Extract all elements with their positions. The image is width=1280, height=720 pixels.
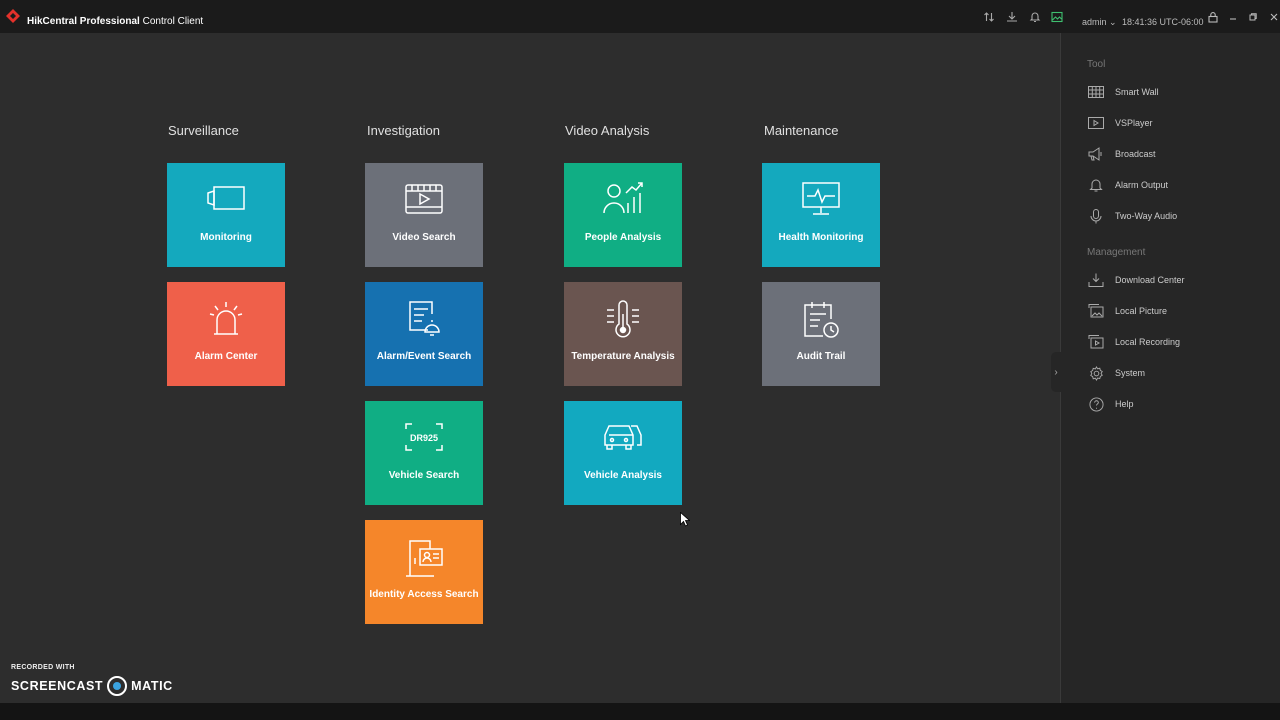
lock-icon[interactable] (1206, 10, 1220, 24)
tile-label: Health Monitoring (778, 232, 864, 243)
health-monitoring-tile[interactable]: Health Monitoring (762, 163, 880, 267)
group-title-maintenance: Maintenance (764, 123, 839, 138)
audit-trail-tile[interactable]: Audit Trail (762, 282, 880, 386)
smart-wall-icon (1087, 84, 1105, 100)
download-icon[interactable] (1005, 10, 1019, 24)
app-title: HikCentral Professional Control Client (27, 16, 203, 27)
microphone-icon (1087, 208, 1105, 224)
camera-icon (207, 186, 245, 210)
restore-icon[interactable] (1246, 10, 1260, 24)
item-label: Help (1115, 399, 1134, 409)
chevron-right-icon: › (1054, 366, 1058, 378)
tile-label: Monitoring (200, 232, 252, 243)
item-label: Alarm Output (1115, 180, 1169, 190)
local-picture-item[interactable]: Local Picture (1087, 302, 1167, 320)
people-analysis-tile[interactable]: People Analysis (564, 163, 682, 267)
watermark-recorded-with: RECORDED WITH (11, 664, 75, 671)
main-area: Surveillance Investigation Video Analysi… (0, 33, 1060, 703)
group-title-investigation: Investigation (367, 123, 440, 138)
recording-icon (1087, 334, 1105, 350)
broadcast-icon (1087, 146, 1105, 162)
tile-label: Video Search (392, 232, 456, 243)
user-name: admin (1082, 17, 1107, 27)
sort-icon[interactable] (982, 10, 996, 24)
audit-clipboard-clock-icon (804, 302, 839, 338)
tile-label: Alarm Center (194, 351, 258, 362)
plate-text: DR925 (410, 433, 438, 443)
smart-wall-item[interactable]: Smart Wall (1087, 83, 1159, 101)
alarm-output-item[interactable]: Alarm Output (1087, 176, 1168, 194)
siren-icon (209, 302, 243, 335)
item-label: Local Recording (1115, 337, 1181, 347)
watermark-brand-right: MATIC (131, 679, 173, 693)
watermark-dot-icon (107, 676, 128, 696)
clock-readout: 18:41:36 UTC-06:00 (1122, 17, 1204, 27)
panel-collapse-handle[interactable]: › (1051, 352, 1061, 392)
system-item[interactable]: System (1087, 364, 1145, 382)
gear-icon (1087, 365, 1105, 381)
chevron-down-icon: ⌄ (1106, 17, 1117, 27)
item-label: Smart Wall (1115, 87, 1159, 97)
mouse-cursor-icon (680, 512, 690, 527)
item-label: Two-Way Audio (1115, 211, 1178, 221)
monitor-heartbeat-icon (802, 182, 840, 215)
title-bar: HikCentral Professional Control Client a… (0, 0, 1280, 33)
watermark-brand: SCREENCAST MATIC (11, 676, 173, 696)
help-icon (1087, 396, 1105, 412)
item-label: VSPlayer (1115, 118, 1153, 128)
local-recording-item[interactable]: Local Recording (1087, 333, 1180, 351)
tool-section-title: Tool (1087, 59, 1106, 70)
minimize-icon[interactable] (1226, 10, 1240, 24)
tile-label: Identity Access Search (369, 589, 479, 600)
tile-label: Temperature Analysis (571, 351, 675, 362)
group-title-surveillance: Surveillance (168, 123, 239, 138)
app-brand: HikCentral Professional (27, 16, 140, 27)
management-section-title: Management (1087, 247, 1146, 258)
two-way-audio-item[interactable]: Two-Way Audio (1087, 207, 1177, 225)
item-label: Broadcast (1115, 149, 1156, 159)
bell-icon[interactable] (1028, 10, 1042, 24)
bottom-bar (0, 703, 1280, 720)
watermark-brand-left: SCREENCAST (11, 679, 104, 693)
vsplayer-item[interactable]: VSPlayer (1087, 114, 1153, 132)
user-menu[interactable]: admin ⌄ (1082, 17, 1117, 28)
license-plate-icon: DR925 (405, 423, 443, 451)
alarm-event-search-tile[interactable]: Alarm/Event Search (365, 282, 483, 386)
tile-label: People Analysis (584, 232, 662, 243)
player-icon (1087, 115, 1105, 131)
vehicle-search-tile[interactable]: DR925 Vehicle Search (365, 401, 483, 505)
close-icon[interactable] (1267, 10, 1280, 24)
alarm-event-document-icon (409, 301, 440, 336)
download-center-icon (1087, 272, 1105, 288)
item-label: Download Center (1115, 275, 1185, 285)
thermometer-icon (607, 300, 639, 338)
tile-label: Alarm/Event Search (376, 351, 472, 362)
identity-card-icon (406, 540, 443, 577)
right-panel: Tool Smart Wall VSPlayer Broadcast Alarm… (1060, 33, 1280, 703)
item-label: Local Picture (1115, 306, 1168, 316)
vehicle-analysis-tile[interactable]: Vehicle Analysis (564, 401, 682, 505)
identity-access-search-tile[interactable]: Identity Access Search (365, 520, 483, 624)
people-chart-icon (603, 182, 643, 214)
broadcast-item[interactable]: Broadcast (1087, 145, 1156, 163)
monitoring-tile[interactable]: Monitoring (167, 163, 285, 267)
picture-icon (1087, 303, 1105, 319)
tile-label: Vehicle Search (388, 470, 460, 481)
alarm-bell-icon (1087, 177, 1105, 193)
app-product: Control Client (142, 16, 204, 27)
video-play-icon (405, 184, 443, 214)
group-title-video-analysis: Video Analysis (565, 123, 650, 138)
image-icon[interactable] (1050, 10, 1064, 24)
video-search-tile[interactable]: Video Search (365, 163, 483, 267)
download-center-item[interactable]: Download Center (1087, 271, 1185, 289)
alarm-center-tile[interactable]: Alarm Center (167, 282, 285, 386)
temperature-analysis-tile[interactable]: Temperature Analysis (564, 282, 682, 386)
hikcentral-logo-icon (6, 9, 20, 23)
item-label: System (1115, 368, 1146, 378)
cars-icon (604, 425, 642, 450)
tile-label: Audit Trail (796, 351, 846, 362)
tile-label: Vehicle Analysis (583, 470, 662, 481)
help-item[interactable]: Help (1087, 395, 1134, 413)
